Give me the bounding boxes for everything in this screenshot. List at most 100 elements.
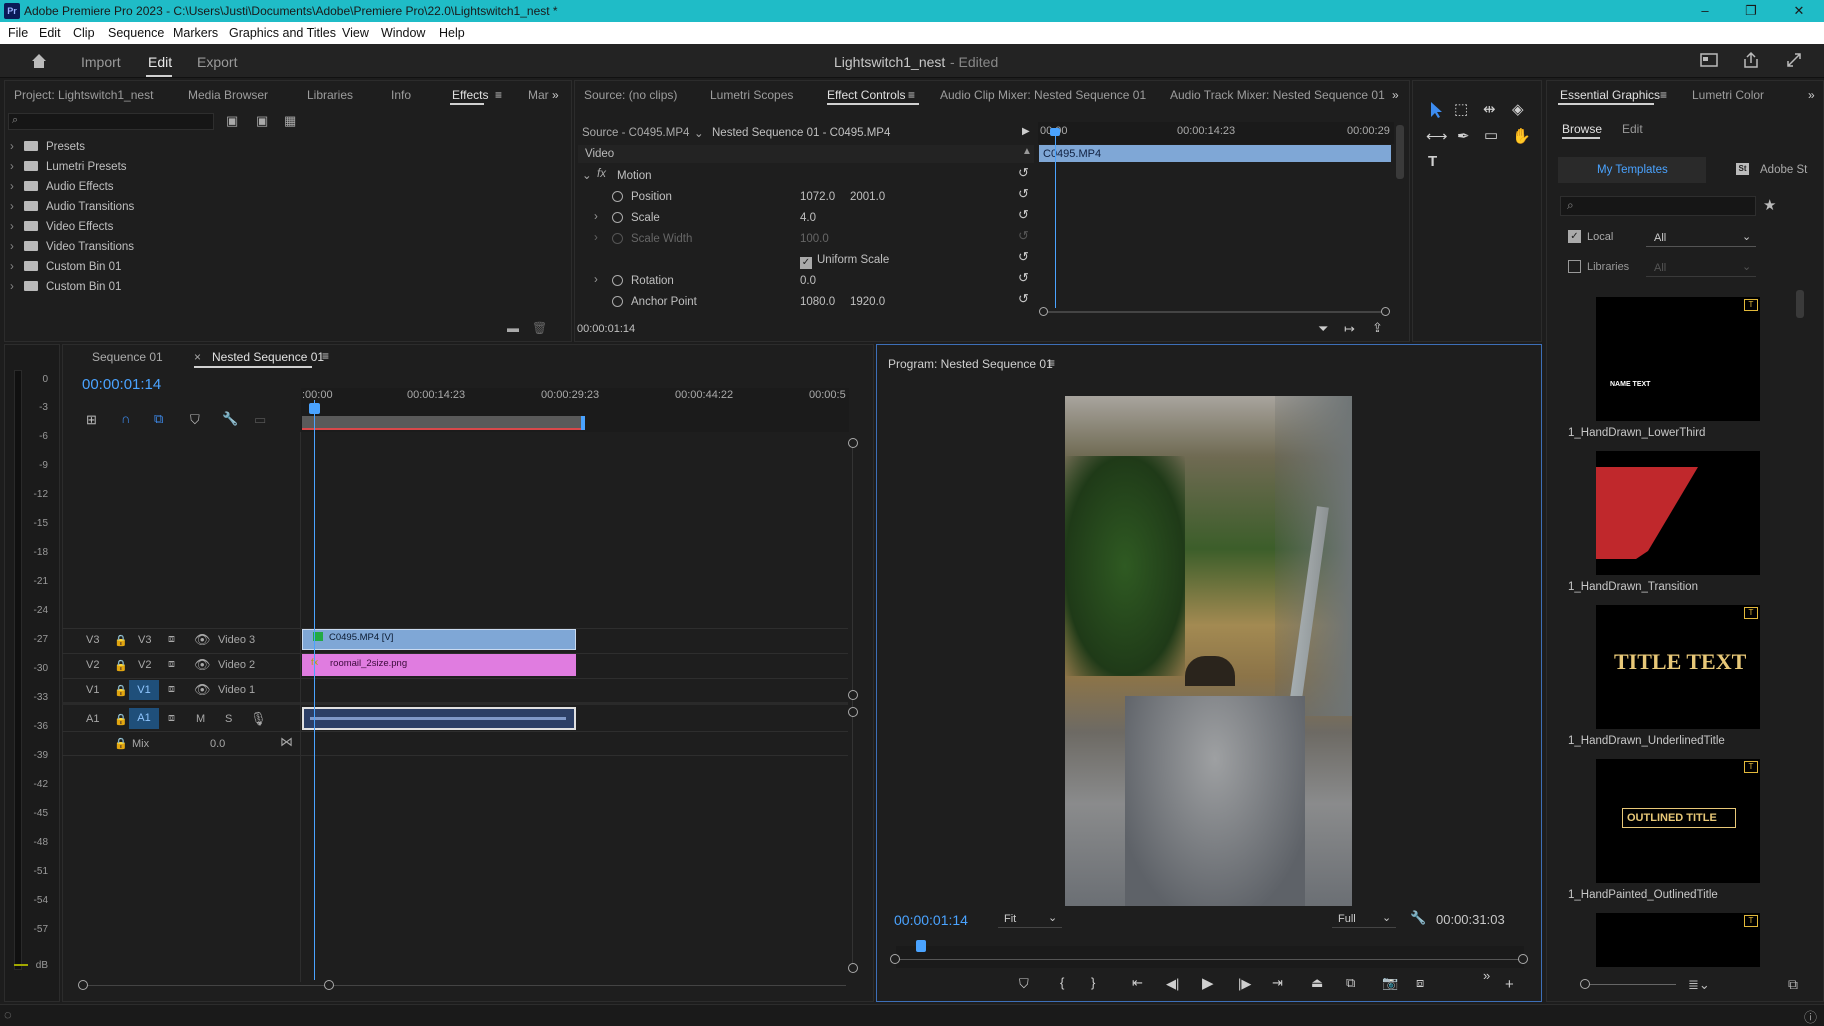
- templates-scrollbar[interactable]: [1796, 290, 1804, 318]
- ec-zoom-handle-right[interactable]: [1381, 307, 1390, 316]
- program-zoom-bar[interactable]: [896, 959, 1524, 960]
- workspace-edit[interactable]: Edit: [148, 54, 172, 70]
- playhead-handle[interactable]: [309, 403, 320, 414]
- solo-button[interactable]: S: [225, 713, 232, 725]
- info-icon[interactable]: ⓘ: [1804, 1007, 1817, 1026]
- reset-icon[interactable]: ↺: [1018, 165, 1029, 181]
- track-target-active[interactable]: V1: [129, 680, 159, 700]
- lift-icon[interactable]: ⏏: [1311, 975, 1323, 991]
- workspaces-icon[interactable]: [1700, 52, 1718, 68]
- program-zoom-handle-right[interactable]: [1518, 954, 1528, 964]
- eye-icon[interactable]: 👁: [194, 632, 211, 648]
- eye-icon[interactable]: 👁: [194, 657, 211, 673]
- mix-value[interactable]: 0.0: [210, 738, 225, 750]
- play-icon[interactable]: ▶: [1202, 974, 1214, 992]
- sort-icon[interactable]: ≣⌄: [1688, 977, 1710, 993]
- add-marker-icon[interactable]: ⛉: [1019, 976, 1029, 992]
- stopwatch-icon[interactable]: [612, 275, 623, 286]
- template-thumbnail[interactable]: OUTLINED TITLE: [1596, 759, 1760, 883]
- vertical-zoom-handle[interactable]: [848, 707, 858, 717]
- track-source-patch[interactable]: V2: [86, 659, 99, 671]
- rectangle-tool-icon[interactable]: ▭: [1484, 126, 1498, 144]
- fullscreen-icon[interactable]: [1786, 52, 1802, 68]
- expand-arrow-icon[interactable]: ›: [594, 211, 598, 223]
- more-tabs-icon[interactable]: »: [1808, 88, 1815, 102]
- reset-icon[interactable]: ↺: [1018, 207, 1029, 223]
- vertical-zoom-track[interactable]: [852, 438, 853, 968]
- audio-clip-a1[interactable]: [302, 707, 576, 730]
- anchor-x-value[interactable]: 1080.0: [800, 296, 835, 308]
- 32bit-effects-icon[interactable]: ▣: [256, 113, 268, 129]
- mark-in-icon[interactable]: {: [1060, 975, 1064, 990]
- thumbnail-size-slider[interactable]: [1588, 984, 1676, 985]
- ec-zoom-scrollbar[interactable]: [1043, 311, 1387, 313]
- vertical-zoom-handle[interactable]: [848, 690, 858, 700]
- export-frame-icon[interactable]: ⇪: [1372, 320, 1383, 336]
- maximize-button[interactable]: ❐: [1728, 0, 1774, 22]
- local-checkbox[interactable]: ✓: [1568, 230, 1581, 243]
- work-area-end-handle[interactable]: [581, 416, 585, 430]
- menu-help[interactable]: Help: [439, 26, 465, 40]
- essential-graphics-menu-icon[interactable]: ≡: [1660, 88, 1667, 102]
- vertical-zoom-handle[interactable]: [848, 963, 858, 973]
- anchor-y-value[interactable]: 1920.0: [850, 296, 885, 308]
- minimize-button[interactable]: –: [1682, 0, 1728, 22]
- libraries-filter-select[interactable]: All ⌄: [1646, 259, 1756, 277]
- reset-icon[interactable]: ↺: [1018, 291, 1029, 307]
- expand-arrow-icon[interactable]: ›: [10, 161, 24, 173]
- timeline-playhead[interactable]: [314, 400, 315, 980]
- type-tool-icon[interactable]: T: [1428, 153, 1437, 170]
- program-timecode[interactable]: 00:00:01:14: [894, 912, 968, 928]
- collapse-up-icon[interactable]: ▲: [1022, 146, 1032, 157]
- sync-lock-icon[interactable]: ⧈: [168, 633, 175, 646]
- subtab-browse[interactable]: Browse: [1562, 122, 1602, 136]
- step-forward-icon[interactable]: |▶: [1238, 976, 1251, 992]
- reset-icon[interactable]: ↺: [1018, 228, 1029, 244]
- new-item-icon[interactable]: ⧉: [1788, 976, 1798, 993]
- tab-libraries[interactable]: Libraries: [307, 88, 353, 102]
- chevron-down-icon[interactable]: ⌄: [694, 126, 704, 140]
- step-back-icon[interactable]: ◀|: [1166, 976, 1179, 992]
- ec-scrollbar[interactable]: [1396, 125, 1404, 179]
- template-thumbnail[interactable]: TITLE TEXT: [1596, 605, 1760, 729]
- tab-media-browser[interactable]: Media Browser: [188, 88, 268, 102]
- stopwatch-icon[interactable]: [612, 296, 623, 307]
- expand-arrow-icon[interactable]: ›: [10, 141, 24, 153]
- wrench-icon[interactable]: 🔧: [1410, 910, 1426, 926]
- tab-audio-track-mixer[interactable]: Audio Track Mixer: Nested Sequence 01: [1170, 88, 1385, 102]
- expand-arrow-icon[interactable]: ›: [10, 201, 24, 213]
- template-thumbnail[interactable]: [1596, 451, 1760, 575]
- filter-icon[interactable]: ⏷: [1318, 321, 1328, 337]
- add-marker-icon[interactable]: ⛉: [190, 412, 200, 428]
- track-source-patch[interactable]: V1: [86, 684, 99, 696]
- tab-info[interactable]: Info: [391, 88, 411, 102]
- go-to-in-icon[interactable]: ⇤: [1132, 975, 1143, 991]
- more-tabs-icon[interactable]: »: [552, 88, 559, 102]
- video-clip-v3[interactable]: C0495.MP4 [V]: [302, 629, 576, 650]
- ripple-edit-tool-icon[interactable]: ⇹: [1483, 100, 1496, 118]
- ec-playhead[interactable]: [1055, 132, 1056, 308]
- template-thumbnail[interactable]: NAME TEXT: [1596, 297, 1760, 421]
- tree-item-lumetri-presets[interactable]: › Lumetri Presets: [10, 161, 127, 173]
- slip-tool-icon[interactable]: ⟷: [1426, 127, 1448, 145]
- expand-arrow-icon[interactable]: ›: [10, 221, 24, 233]
- yuv-effects-icon[interactable]: ▦: [284, 113, 296, 129]
- zoom-handle-right[interactable]: [324, 980, 334, 990]
- tab-sequence-01[interactable]: Sequence 01: [92, 350, 163, 364]
- adobe-stock-tab[interactable]: Adobe St: [1760, 164, 1807, 176]
- rotation-value[interactable]: 0.0: [800, 275, 816, 287]
- tree-item-audio-effects[interactable]: › Audio Effects: [10, 181, 114, 193]
- reset-icon[interactable]: ↺: [1018, 270, 1029, 286]
- menu-window[interactable]: Window: [381, 26, 425, 40]
- share-icon[interactable]: [1742, 51, 1760, 69]
- export-frame-icon[interactable]: 📷: [1382, 975, 1398, 991]
- program-playhead[interactable]: [916, 940, 926, 952]
- stopwatch-icon[interactable]: [612, 212, 623, 223]
- expand-arrow-icon[interactable]: ›: [10, 181, 24, 193]
- tab-source[interactable]: Source: (no clips): [584, 88, 677, 102]
- button-editor-icon[interactable]: +: [1505, 976, 1514, 993]
- expand-arrow-icon[interactable]: ›: [10, 241, 24, 253]
- play-clip-audio-icon[interactable]: ▶: [1022, 126, 1030, 137]
- scale-value[interactable]: 4.0: [800, 212, 816, 224]
- tab-effect-controls[interactable]: Effect Controls: [827, 88, 905, 102]
